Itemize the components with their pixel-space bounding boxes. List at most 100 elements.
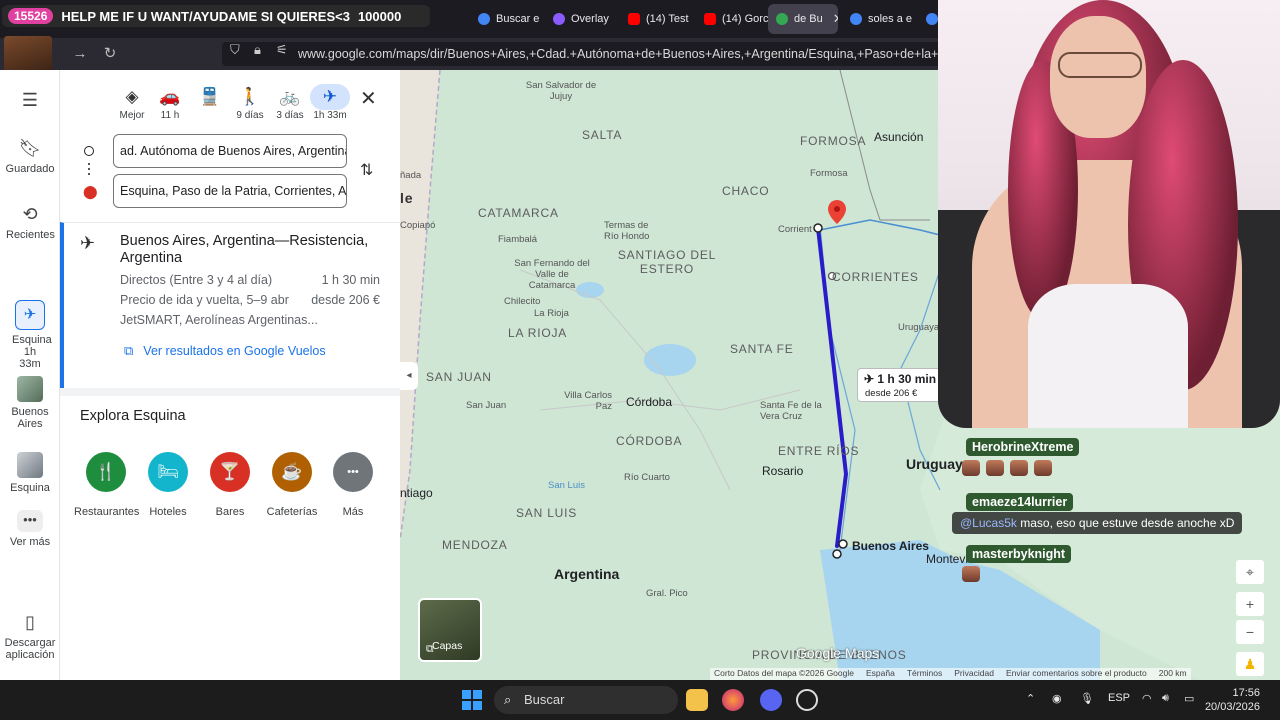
windows-start-icon[interactable] <box>462 690 482 710</box>
chat-username: masterbyknight <box>966 545 1072 563</box>
system-clock[interactable]: 17:56 20/03/2026 <box>1205 686 1260 714</box>
google-favicon-icon <box>478 13 490 25</box>
google-favicon-icon <box>926 13 938 25</box>
forward-icon[interactable]: → <box>70 44 90 64</box>
mode-bike[interactable]: 🚲 3 días <box>270 84 310 121</box>
permissions-icon[interactable]: ⚟ <box>276 42 288 58</box>
category-bars[interactable]: 🍸 Bares <box>198 452 262 518</box>
route-price-label: Precio de ida y vuelta, 5–9 abr <box>120 293 289 307</box>
google-flights-link[interactable]: ⧉ Ver resultados en Google Vuelos <box>124 343 326 359</box>
discord-icon[interactable] <box>760 689 782 711</box>
goal-text: HELP ME IF U WANT/AYUDAME SI QUIERES<3 <box>61 8 350 24</box>
wifi-icon[interactable]: ◠ <box>1142 692 1152 705</box>
attrib-link[interactable]: Privacidad <box>954 668 994 680</box>
rail-more[interactable]: ••• Ver más <box>0 510 60 548</box>
mode-car[interactable]: 🚗 11 h <box>150 84 190 121</box>
origin-input[interactable]: ad. Autónoma de Buenos Aires, Argentina <box>113 134 347 168</box>
route-start-marker <box>832 549 842 559</box>
browser-tab[interactable]: (14) Gorc <box>696 4 768 34</box>
rail-download-app[interactable]: ▯ Descargar aplicación <box>0 612 60 661</box>
browser-tab[interactable]: (14) Test <box>620 4 696 34</box>
browser-tab-active[interactable]: de Bu✕ <box>768 4 838 34</box>
browser-tab[interactable]: Buscar e <box>470 4 545 34</box>
close-tab-icon[interactable]: ✕ <box>833 11 838 27</box>
battery-icon[interactable]: ▭ <box>1184 692 1194 705</box>
close-directions-icon[interactable]: ✕ <box>360 86 377 111</box>
rail-recent[interactable]: ⟲ Recientes <box>0 204 60 241</box>
show-hidden-icons-icon[interactable]: ⌃ <box>1026 692 1035 705</box>
chat-username: HerobrineXtreme <box>966 438 1080 456</box>
attrib-link[interactable]: Términos <box>907 668 942 680</box>
train-icon: 🚆 <box>199 87 221 106</box>
flight-duration-callout[interactable]: ✈ 1 h 30 min desde 206 € <box>857 368 941 402</box>
rail-place-esquina[interactable]: Esquina <box>0 452 60 494</box>
mode-transit[interactable]: 🚆 <box>190 84 230 110</box>
bike-icon: 🚲 <box>279 87 301 106</box>
reload-icon[interactable]: ↻ <box>100 44 120 64</box>
flight-route-card[interactable]: ✈ Buenos Aires, Argentina—Resistencia, A… <box>60 222 400 388</box>
history-icon: ⟲ <box>22 204 38 224</box>
taskbar-search[interactable]: ⌕ Buscar <box>494 686 678 714</box>
browser-tab[interactable]: soles a e <box>842 4 918 34</box>
pin-dot <box>834 206 840 212</box>
firefox-icon[interactable] <box>722 689 744 711</box>
lock-icon[interactable]: 🔒︎ <box>254 42 261 58</box>
menu-button[interactable]: ☰ <box>0 90 60 115</box>
address-bar[interactable]: www.google.com/maps/dir/Buenos+Aires,+Cd… <box>222 42 942 66</box>
category-restaurants[interactable]: 🍴 Restaurantes <box>74 452 139 518</box>
zoom-in-button[interactable]: + <box>1236 592 1264 616</box>
discord-tray-icon[interactable]: ◉ <box>1052 692 1062 705</box>
coffee-icon: ☕ <box>272 452 312 492</box>
map-label-san-salvador: San Salvador de Jujuy <box>525 80 597 102</box>
shield-icon[interactable]: ⛉ <box>230 42 240 58</box>
map-label-corrientes-city: Corrient <box>778 224 812 235</box>
route-dots-icon <box>88 163 90 175</box>
rail-route-esquina[interactable]: ✈ Esquina 1h 33m <box>0 300 60 370</box>
map-label-corrientes-province: CORRIENTES <box>832 270 919 284</box>
emote-icon <box>986 460 1004 476</box>
mode-best[interactable]: ◈ Mejor <box>112 84 152 121</box>
map-label-catamarca-city: San Fernando del Valle de Catamarca <box>514 258 590 291</box>
browser-tab[interactable]: Overlay <box>545 4 620 34</box>
stream-goal-banner: 15526 HELP ME IF U WANT/AYUDAME SI QUIER… <box>2 5 430 27</box>
category-cafes[interactable]: ☕ Cafeterías <box>260 452 324 518</box>
map-label-rio-cuarto: Río Cuarto <box>624 472 670 483</box>
volume-icon[interactable]: 🔊︎ <box>1162 692 1169 705</box>
collapse-panel-button[interactable]: ◂ <box>400 362 418 390</box>
swap-icon[interactable]: ⇅ <box>360 160 373 180</box>
map-label-chaco: CHACO <box>722 184 770 198</box>
callout-price: desde 206 € <box>865 388 918 399</box>
map-label-chile: le <box>400 190 414 206</box>
layers-button[interactable]: ⧉ Capas <box>418 598 482 662</box>
pegman-icon[interactable]: ♟ <box>1236 652 1264 676</box>
map-label-santa-fe: SANTA FE <box>730 342 794 356</box>
map-label-catamarca: CATAMARCA <box>478 206 559 220</box>
category-hotels[interactable]: 🛏 Hoteles <box>136 452 200 518</box>
streamer-webcam <box>938 0 1280 428</box>
rail-place-buenos-aires[interactable]: Buenos Aires <box>0 376 60 430</box>
rail-saved[interactable]: 🔖︎ Guardado <box>0 138 60 175</box>
map-label-carlos-paz: Villa Carlos Paz <box>564 390 612 412</box>
map-label-santiago-del-estero: SANTIAGO DEL ESTERO <box>617 248 717 276</box>
map-label-salta: SALTA <box>582 128 623 142</box>
route-price: desde 206 € <box>311 293 380 307</box>
file-explorer-icon[interactable] <box>686 689 708 711</box>
destination-input[interactable]: Esquina, Paso de la Patria, Corrientes, … <box>113 174 347 208</box>
mode-flight[interactable]: ✈ 1h 33m <box>310 84 350 121</box>
my-location-icon[interactable]: ⌖ <box>1236 560 1264 584</box>
obs-icon[interactable] <box>796 689 818 711</box>
attrib-link[interactable]: Enviar comentarios sobre el producto <box>1006 668 1147 680</box>
mode-walk[interactable]: 🚶 9 días <box>230 84 270 121</box>
microphone-icon[interactable]: 🎙︎ <box>1080 692 1094 705</box>
zoom-out-button[interactable]: − <box>1236 620 1264 644</box>
language-indicator[interactable]: ESP <box>1108 692 1130 704</box>
category-more[interactable]: ••• Más <box>321 452 385 518</box>
airplane-icon: ✈ <box>310 84 350 110</box>
attrib-link[interactable]: España <box>866 668 895 680</box>
cam-top <box>1028 284 1188 428</box>
more-icon: ••• <box>333 452 373 492</box>
chat-username: emaeze14lurrier <box>966 493 1074 511</box>
map-label-termas: Termas de Río Hondo <box>604 220 650 242</box>
map-attribution: Corto Datos del mapa ©2026 Google España… <box>710 668 1191 680</box>
map-label-asuncion: Asunción <box>874 130 924 144</box>
